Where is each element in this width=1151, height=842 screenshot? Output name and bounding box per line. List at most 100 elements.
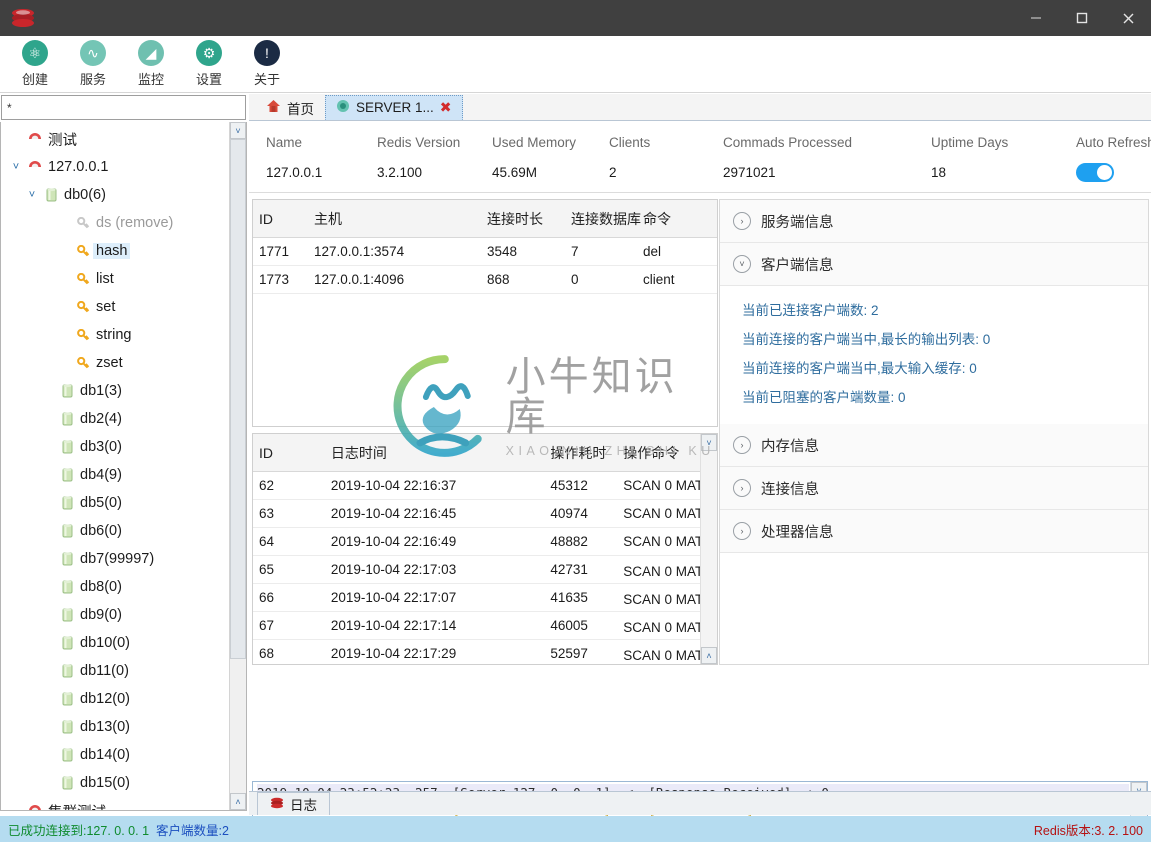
tree-node-7[interactable]: string <box>1 321 228 349</box>
info-section-header-2[interactable]: › 内存信息 <box>720 424 1148 467</box>
tree-expand-toggle[interactable]: ˅ <box>23 189 41 201</box>
chevron-right-icon[interactable]: › <box>733 212 751 230</box>
slowlog-table-cell: 46005 <box>550 618 588 633</box>
slowlog-scrollbar[interactable]: ˅ ˄ <box>700 434 717 664</box>
db-icon <box>57 748 77 762</box>
slowlog-table-cell: 65 <box>259 562 275 577</box>
tree-node-label: 测试 <box>48 132 77 149</box>
slowlog-table-body: 622019-10-04 22:16:3745312SCAN 0 MATCH 9… <box>253 472 717 664</box>
slowlog-table-cell: 48882 <box>550 534 588 549</box>
info-section-header-4[interactable]: › 处理器信息 <box>720 510 1148 553</box>
tree-node-18[interactable]: db10(0) <box>1 629 228 657</box>
tree-node-15[interactable]: db7(99997) <box>1 545 228 573</box>
tree-node-16[interactable]: db8(0) <box>1 573 228 601</box>
client-table-header-cell: 连接时长 <box>487 210 543 227</box>
slowlog-scroll-down-button[interactable]: ˄ <box>701 647 717 664</box>
summary-value-2: 45.69M <box>492 165 538 180</box>
tree-node-8[interactable]: zset <box>1 349 228 377</box>
monitor-icon: ◢ <box>138 40 164 66</box>
db-icon <box>57 608 77 622</box>
tree-node-24[interactable]: 集群测试 <box>1 797 228 810</box>
tree-scroll-down-button[interactable]: ˄ <box>230 793 246 810</box>
tree-node-17[interactable]: db9(0) <box>1 601 228 629</box>
client-table-cell: 7 <box>571 244 579 259</box>
status-version-text: Redis版本:3. 2. 100 <box>1033 823 1143 838</box>
tree-scrollbar[interactable]: ˅ ˄ <box>229 122 246 810</box>
slowlog-table-row[interactable]: 632019-10-04 22:16:4540974SCAN 0 MATCH *… <box>253 500 717 528</box>
tree-node-10[interactable]: db2(4) <box>1 405 228 433</box>
tree-node-14[interactable]: db6(0) <box>1 517 228 545</box>
maximize-button[interactable] <box>1059 0 1105 36</box>
client-table-cell: 127.0.0.1:4096 <box>314 272 405 287</box>
toolbar-item-3[interactable]: ⚙ 设置 <box>180 36 238 88</box>
tree-node-12[interactable]: db4(9) <box>1 461 228 489</box>
client-table-header-cell: 连接数据库 <box>571 210 641 227</box>
tab-0[interactable]: 首页 <box>255 95 325 120</box>
toolbar-item-0[interactable]: ⚛ 创建 <box>6 36 64 88</box>
minimize-button[interactable] <box>1013 0 1059 36</box>
tree-node-22[interactable]: db14(0) <box>1 741 228 769</box>
info-section-header-3[interactable]: › 连接信息 <box>720 467 1148 510</box>
tree-node-5[interactable]: list <box>1 265 228 293</box>
toolbar-item-2[interactable]: ◢ 监控 <box>122 36 180 88</box>
tree-node-label: db3(0) <box>80 439 122 455</box>
tree-node-2[interactable]: ˅ db0(6) <box>1 181 228 209</box>
db-icon <box>57 524 77 538</box>
tree-node-23[interactable]: db15(0) <box>1 769 228 797</box>
client-table-row[interactable]: 1773 127.0.0.1:4096 868 0 client <box>253 266 717 294</box>
tree-node-label: db9(0) <box>80 607 122 623</box>
tab-1[interactable]: SERVER 1... ✖ <box>325 95 463 120</box>
tree-scroll-up-button[interactable]: ˅ <box>230 122 246 139</box>
info-section-header-1[interactable]: ˅ 客户端信息 <box>720 243 1148 286</box>
tab-close-icon[interactable]: ✖ <box>440 99 452 116</box>
slowlog-table-row[interactable]: 642019-10-04 22:16:4948882SCAN 0 MATCH *… <box>253 528 717 556</box>
slowlog-table-row[interactable]: 662019-10-04 22:17:0741635SCAN 0 MATCH 测… <box>253 584 717 612</box>
toolbar-item-label: 设置 <box>195 72 222 87</box>
slowlog-table-cell: 2019-10-04 22:16:37 <box>330 478 457 493</box>
tree-node-label: set <box>96 299 116 315</box>
tree-node-20[interactable]: db12(0) <box>1 685 228 713</box>
tree-node-1[interactable]: ˅ 127.0.0.1 <box>1 153 228 181</box>
tree-node-19[interactable]: db11(0) <box>1 657 228 685</box>
client-table-header-cell: 命令 <box>643 210 671 227</box>
bottom-tab-0[interactable]: 日志 <box>257 792 330 815</box>
main-toolbar: ⚛ 创建 ∿ 服务 ◢ 监控 ⚙ 设置! 关于 <box>0 36 1151 93</box>
tree-node-11[interactable]: db3(0) <box>1 433 228 461</box>
home-icon <box>266 99 281 116</box>
slowlog-scroll-up-button[interactable]: ˅ <box>701 434 717 451</box>
auto-refresh-toggle[interactable] <box>1076 163 1114 182</box>
tree-expand-toggle[interactable]: ˅ <box>7 161 25 173</box>
toolbar-item-4[interactable]: ! 关于 <box>238 36 296 88</box>
client-table-row[interactable]: 1771 127.0.0.1:3574 3548 7 del <box>253 238 717 266</box>
key-search-wrapper <box>0 94 247 121</box>
chevron-down-icon[interactable]: ˅ <box>733 255 751 273</box>
tree-node-13[interactable]: db5(0) <box>1 489 228 517</box>
info-section-header-0[interactable]: › 服务端信息 <box>720 200 1148 243</box>
close-button[interactable] <box>1105 0 1151 36</box>
toolbar-item-1[interactable]: ∿ 服务 <box>64 36 122 88</box>
tree-node-3[interactable]: ds (remove) <box>1 209 228 237</box>
tree-node-4[interactable]: hash <box>1 237 228 265</box>
summary-value-1: 3.2.100 <box>377 165 423 180</box>
slowlog-table-row[interactable]: 682019-10-04 22:17:2952597SCAN 0 MATCH 测… <box>253 640 717 664</box>
tree-node-21[interactable]: db13(0) <box>1 713 228 741</box>
tree-node-9[interactable]: db1(3) <box>1 377 228 405</box>
client-table-cell: 1771 <box>259 244 290 259</box>
slowlog-table-row[interactable]: 622019-10-04 22:16:3745312SCAN 0 MATCH 9… <box>253 472 717 500</box>
slowlog-table-cell: 2019-10-04 22:17:07 <box>330 590 457 605</box>
toolbar-item-label: 关于 <box>253 72 280 87</box>
tree-node-label: db11(0) <box>80 663 129 679</box>
tree-node-0[interactable]: 测试 <box>1 125 228 153</box>
server-tree[interactable]: 测试 ˅ 127.0.0.1 ˅ db0(6) ds (remove) hash list se… <box>1 122 228 810</box>
tree-node-6[interactable]: set <box>1 293 228 321</box>
chevron-right-icon[interactable]: › <box>733 522 751 540</box>
chevron-right-icon[interactable]: › <box>733 436 751 454</box>
key-search-input[interactable] <box>1 95 246 120</box>
summary-header-5: Uptime Days <box>931 135 1009 150</box>
slowlog-table-cell: 66 <box>259 590 275 605</box>
slowlog-table-row[interactable]: 652019-10-04 22:17:0342731SCAN 0 MATCH 测… <box>253 556 717 584</box>
chevron-right-icon[interactable]: › <box>733 479 751 497</box>
slowlog-table-row[interactable]: 672019-10-04 22:17:1446005SCAN 0 MATCH 测… <box>253 612 717 640</box>
tree-scroll-thumb[interactable] <box>230 139 246 659</box>
tree-node-label: db13(0) <box>80 719 130 735</box>
